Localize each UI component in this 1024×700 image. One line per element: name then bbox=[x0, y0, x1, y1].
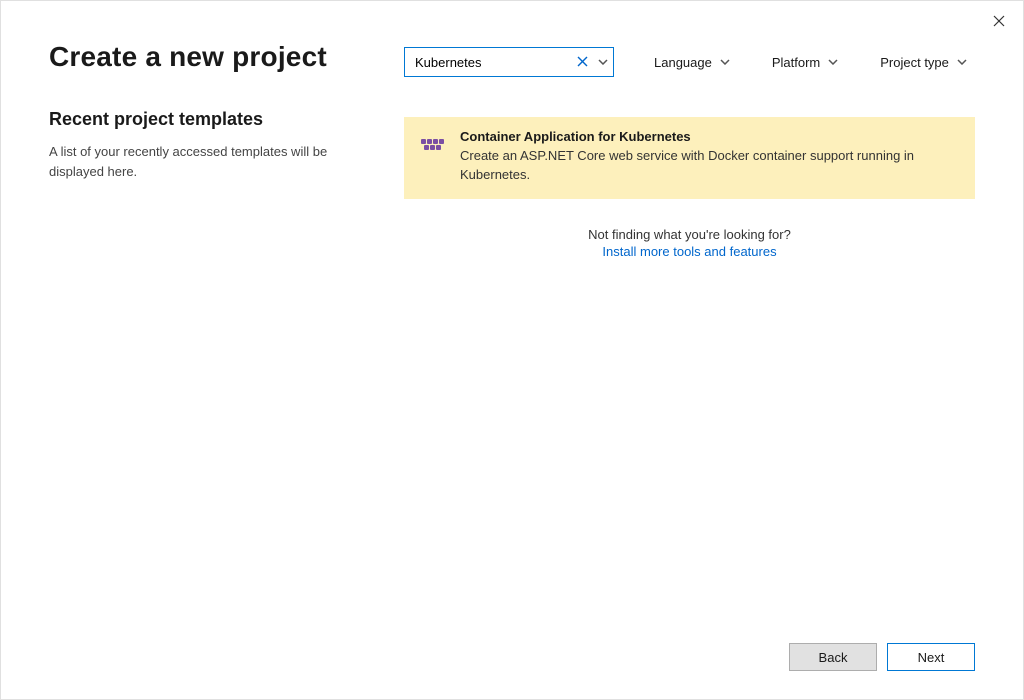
platform-filter[interactable]: Platform bbox=[770, 51, 840, 74]
chevron-down-icon bbox=[720, 59, 730, 65]
recent-templates-title: Recent project templates bbox=[49, 109, 380, 130]
template-body: Container Application for Kubernetes Cre… bbox=[460, 129, 959, 185]
not-finding-section: Not finding what you're looking for? Ins… bbox=[404, 227, 975, 259]
project-type-filter[interactable]: Project type bbox=[878, 51, 969, 74]
next-button[interactable]: Next bbox=[887, 643, 975, 671]
install-more-tools-link[interactable]: Install more tools and features bbox=[404, 244, 975, 259]
language-filter-label: Language bbox=[654, 55, 712, 70]
not-finding-text: Not finding what you're looking for? bbox=[404, 227, 975, 242]
platform-filter-label: Platform bbox=[772, 55, 820, 70]
footer-buttons: Back Next bbox=[789, 643, 975, 671]
back-button[interactable]: Back bbox=[789, 643, 877, 671]
left-pane: Create a new project Recent project temp… bbox=[49, 41, 404, 259]
template-title: Container Application for Kubernetes bbox=[460, 129, 959, 144]
kubernetes-icon bbox=[420, 131, 446, 157]
template-item-kubernetes[interactable]: Container Application for Kubernetes Cre… bbox=[404, 117, 975, 199]
template-description: Create an ASP.NET Core web service with … bbox=[460, 147, 959, 185]
clear-x-icon bbox=[577, 56, 588, 67]
filter-row: Language Platform Project type bbox=[404, 47, 975, 77]
search-history-dropdown[interactable] bbox=[598, 59, 608, 65]
chevron-down-icon bbox=[957, 59, 967, 65]
close-button[interactable] bbox=[987, 9, 1011, 33]
page-title: Create a new project bbox=[49, 41, 380, 73]
chevron-down-icon bbox=[828, 59, 838, 65]
recent-templates-description: A list of your recently accessed templat… bbox=[49, 142, 380, 181]
right-pane: Language Platform Project type bbox=[404, 41, 975, 259]
language-filter[interactable]: Language bbox=[652, 51, 732, 74]
search-box bbox=[404, 47, 614, 77]
close-icon bbox=[993, 15, 1005, 27]
search-clear-button[interactable] bbox=[577, 55, 588, 69]
project-type-filter-label: Project type bbox=[880, 55, 949, 70]
chevron-down-icon bbox=[598, 59, 608, 65]
